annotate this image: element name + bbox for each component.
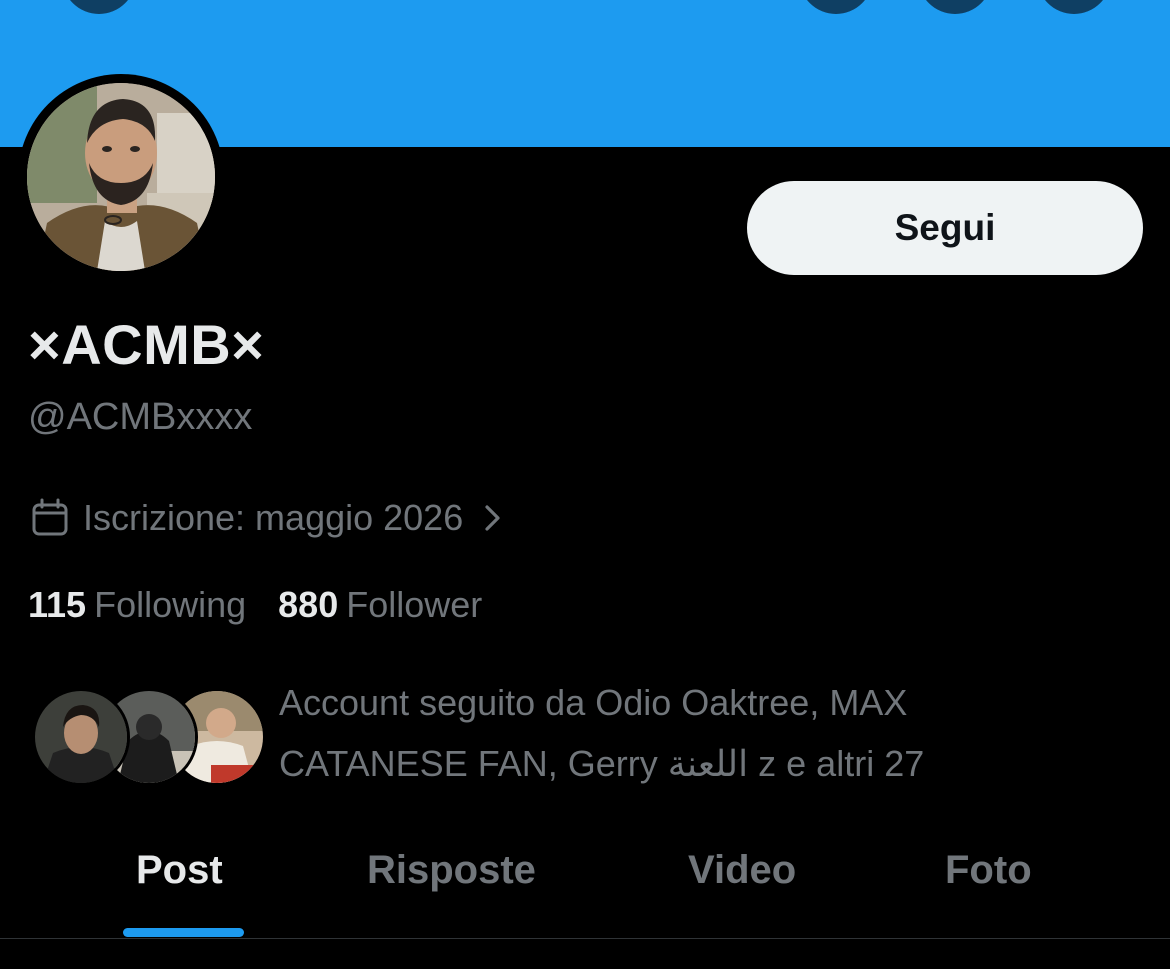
follow-button[interactable]: Segui bbox=[747, 181, 1143, 275]
followers-stat[interactable]: 880 Follower bbox=[278, 584, 482, 626]
profile-page: Segui ×ACMB× @ACMBxxxx Iscrizione: maggi… bbox=[0, 0, 1170, 969]
following-count: 115 bbox=[28, 584, 87, 625]
followed-by-avatars[interactable] bbox=[32, 688, 266, 786]
followers-label: Follower bbox=[346, 584, 483, 625]
tab-video[interactable]: Video bbox=[688, 848, 796, 893]
active-tab-indicator bbox=[123, 928, 244, 937]
display-name: ×ACMB× bbox=[28, 313, 265, 376]
follow-stats: 115 Following 880 Follower bbox=[28, 584, 514, 626]
tab-photos[interactable]: Foto bbox=[945, 848, 1032, 893]
tab-replies[interactable]: Risposte bbox=[367, 848, 536, 893]
user-handle: @ACMBxxxx bbox=[28, 396, 253, 438]
following-stat[interactable]: 115 Following bbox=[28, 584, 246, 626]
joined-date-text: Iscrizione: maggio 2026 bbox=[83, 497, 464, 538]
tab-post[interactable]: Post bbox=[136, 848, 223, 893]
profile-avatar[interactable] bbox=[27, 83, 215, 271]
joined-date-row[interactable]: Iscrizione: maggio 2026 bbox=[30, 497, 505, 539]
chevron-right-icon bbox=[485, 505, 500, 531]
followed-by-text[interactable]: Account seguito da Odio Oaktree, MAX CAT… bbox=[279, 672, 1019, 794]
calendar-icon bbox=[32, 498, 68, 536]
following-label: Following bbox=[94, 584, 247, 625]
follower-avatar bbox=[32, 688, 130, 786]
profile-tabs: Post Risposte Video Foto bbox=[0, 836, 1170, 939]
followers-count: 880 bbox=[278, 584, 339, 625]
